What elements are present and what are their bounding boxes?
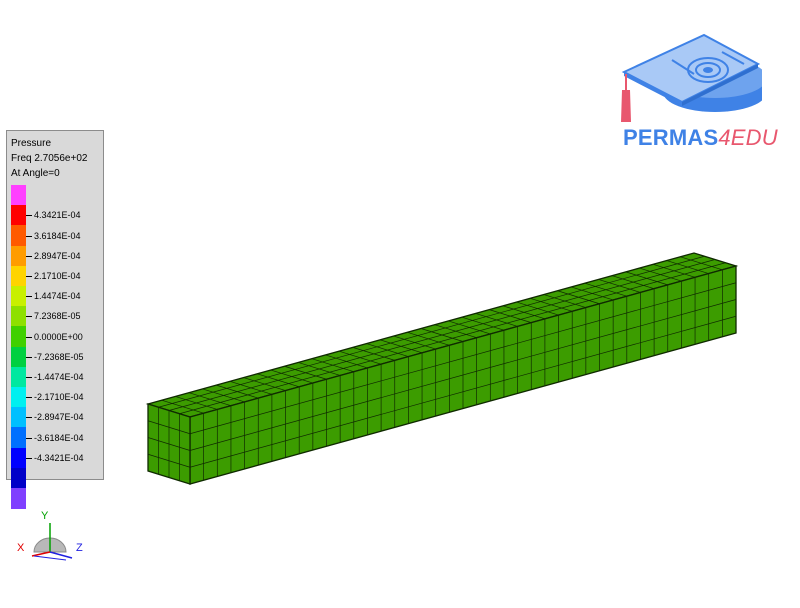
axis-triad (31, 523, 73, 561)
legend-swatch (11, 225, 26, 247)
legend-tick (26, 255, 32, 257)
legend-frequency: Freq 2.7056e+02 (11, 153, 88, 164)
legend-value-label: 7.2368E-05 (34, 311, 81, 322)
legend-tick (26, 457, 32, 459)
legend-title: Pressure (11, 138, 52, 149)
legend-swatch (11, 306, 26, 327)
legend-value-label: 4.3421E-04 (34, 210, 81, 221)
legend-value-label: -3.6184E-04 (34, 432, 84, 443)
legend-value-label: -1.4474E-04 (34, 371, 84, 382)
legend-tick (26, 316, 32, 318)
mesh-line (189, 282, 737, 435)
legend-tick (26, 397, 32, 399)
legend-swatch (11, 387, 26, 408)
legend-swatch (11, 427, 26, 449)
beam-mesh (145, 252, 739, 485)
logo-brand: PERMAS (623, 125, 719, 150)
legend-tick (26, 336, 32, 338)
legend-tick (26, 215, 32, 217)
legend-value-label: -2.1710E-04 (34, 392, 84, 403)
legend-tick (26, 296, 32, 298)
graduation-cap-icon (621, 33, 762, 122)
legend-swatch (11, 185, 26, 206)
legend-tick (26, 437, 32, 439)
legend-swatch (11, 407, 26, 428)
legend-swatch (11, 245, 26, 267)
logo-suffix: 4EDU (718, 125, 778, 150)
legend-swatch (11, 205, 26, 226)
legend-value-label: 1.4474E-04 (34, 291, 81, 302)
legend-angle: At Angle=0 (11, 168, 60, 179)
legend-value-label: 2.8947E-04 (34, 250, 81, 261)
legend-value-label: -7.2368E-05 (34, 351, 84, 362)
z-axis-label: Z (76, 542, 83, 554)
legend-tick (26, 417, 32, 419)
legend-value-label: 0.0000E+00 (34, 331, 83, 342)
legend-swatch (11, 366, 26, 388)
legend-tick (26, 356, 32, 358)
legend-swatch (11, 467, 26, 489)
z-axis-line (49, 551, 73, 559)
legend-tick (26, 376, 32, 378)
legend-swatch (11, 447, 26, 469)
color-legend: Pressure Freq 2.7056e+02 At Angle=0 4.34… (6, 130, 104, 509)
legend-value-label: -2.8947E-04 (34, 412, 84, 423)
y-axis-label: Y (41, 510, 49, 522)
legend-swatch (11, 286, 26, 307)
legend-tick (26, 275, 32, 277)
legend-value-label: -4.3421E-04 (34, 452, 84, 463)
legend-value-label: 3.6184E-04 (34, 230, 81, 241)
permas4edu-logo: PERMAS4EDU (623, 125, 778, 151)
legend-value-label: 2.1710E-04 (34, 270, 81, 281)
legend-swatch (11, 265, 26, 287)
x-axis-label: X (17, 542, 25, 554)
x-axis-line (31, 551, 51, 557)
legend-swatch (11, 346, 26, 368)
legend-swatch (11, 326, 26, 348)
legend-tick (26, 235, 32, 237)
